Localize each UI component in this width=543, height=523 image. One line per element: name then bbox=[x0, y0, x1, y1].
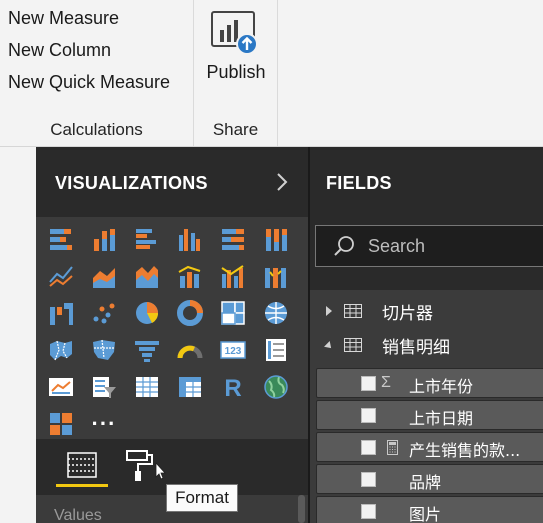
calculator-icon bbox=[387, 440, 398, 455]
table-icon bbox=[344, 304, 362, 318]
field-name: 品牌 bbox=[409, 473, 442, 492]
svg-text:123: 123 bbox=[225, 346, 242, 357]
gauge-icon[interactable] bbox=[174, 334, 206, 366]
search-input[interactable] bbox=[368, 235, 518, 257]
kpi-icon[interactable] bbox=[45, 371, 77, 403]
custom-visual-icon[interactable] bbox=[45, 408, 77, 440]
field-row[interactable]: 产生销售的款... bbox=[316, 432, 543, 462]
100pct-stacked-column-chart-icon[interactable] bbox=[260, 223, 292, 255]
field-row[interactable]: Σ 上市年份 bbox=[316, 368, 543, 398]
collapse-chevron-icon[interactable] bbox=[272, 171, 292, 193]
visualizations-title: VISUALIZATIONS bbox=[55, 173, 208, 193]
scatter-chart-icon[interactable] bbox=[88, 297, 120, 329]
search-icon bbox=[334, 236, 354, 256]
fields-well-icon bbox=[67, 452, 97, 478]
map-icon[interactable] bbox=[260, 297, 292, 329]
format-tab[interactable] bbox=[124, 447, 168, 487]
field-name: 图片 bbox=[409, 505, 442, 523]
field-row[interactable]: 上市日期 bbox=[316, 400, 543, 430]
line-and-clustered-column-icon[interactable] bbox=[217, 260, 249, 292]
share-group-label: Share bbox=[212, 120, 259, 139]
filled-map-icon[interactable] bbox=[45, 334, 77, 366]
table-row-slicer[interactable]: 切片器 bbox=[310, 294, 543, 328]
publish-label: Publish bbox=[206, 62, 266, 82]
new-measure-button[interactable]: New Measure bbox=[8, 8, 119, 29]
new-column-button[interactable]: New Column bbox=[8, 40, 111, 61]
publish-button[interactable]: Publish bbox=[194, 6, 278, 86]
waterfall-chart-icon[interactable] bbox=[45, 297, 77, 329]
field-row[interactable]: 品牌 bbox=[316, 464, 543, 494]
share-group: Publish Share bbox=[194, 0, 278, 146]
pane-scrollbar[interactable] bbox=[298, 495, 305, 523]
ribbon: New Measure New Column New Quick Measure… bbox=[0, 0, 543, 147]
sigma-icon: Σ bbox=[381, 374, 391, 391]
left-canvas-strip bbox=[0, 147, 36, 523]
visualizations-pane: VISUALIZATIONS 123 R ··· Values bbox=[36, 147, 308, 523]
funnel-icon[interactable] bbox=[131, 334, 163, 366]
table-name: 销售明细 bbox=[382, 337, 450, 358]
treemap-icon[interactable] bbox=[217, 297, 249, 329]
ribbon-chart-icon[interactable] bbox=[260, 260, 292, 292]
area-chart-icon[interactable] bbox=[88, 260, 120, 292]
field-name: 上市日期 bbox=[409, 409, 474, 428]
visualizations-header: VISUALIZATIONS bbox=[36, 147, 308, 217]
field-checkbox[interactable] bbox=[361, 504, 376, 519]
donut-chart-icon[interactable] bbox=[174, 297, 206, 329]
stacked-bar-chart-icon[interactable] bbox=[45, 223, 77, 255]
format-tooltip: Format bbox=[166, 484, 238, 512]
multi-row-card-icon[interactable] bbox=[260, 334, 292, 366]
line-and-stacked-column-icon[interactable] bbox=[174, 260, 206, 292]
calculations-group-label: Calculations bbox=[50, 120, 143, 139]
field-checkbox[interactable] bbox=[361, 376, 376, 391]
fields-title: FIELDS bbox=[326, 173, 392, 193]
r-script-visual-icon[interactable]: R bbox=[217, 371, 249, 403]
field-checkbox[interactable] bbox=[361, 408, 376, 423]
slicer-icon[interactable] bbox=[88, 371, 120, 403]
field-checkbox[interactable] bbox=[361, 472, 376, 487]
fields-tab[interactable] bbox=[56, 447, 108, 487]
active-tab-underline bbox=[56, 484, 108, 487]
card-icon[interactable]: 123 bbox=[217, 334, 249, 366]
table-row-sales-detail[interactable]: 销售明细 bbox=[310, 328, 543, 362]
matrix-icon[interactable] bbox=[174, 371, 206, 403]
field-row[interactable]: 图片 bbox=[316, 496, 543, 523]
calculations-group: New Measure New Column New Quick Measure… bbox=[0, 0, 194, 146]
shape-map-icon[interactable] bbox=[88, 334, 120, 366]
visualization-gallery: 123 R ··· bbox=[36, 217, 308, 439]
field-name: 产生销售的款... bbox=[409, 441, 521, 460]
fields-list: 切片器 销售明细 Σ 上市年份 上市日期 产生销售的款... 品牌 图片 bbox=[310, 290, 543, 523]
paint-roller-icon bbox=[126, 450, 166, 481]
search-area bbox=[310, 217, 543, 279]
svg-text:R: R bbox=[224, 375, 241, 401]
table-icon bbox=[344, 338, 362, 352]
field-checkbox[interactable] bbox=[361, 440, 376, 455]
line-chart-icon[interactable] bbox=[45, 260, 77, 292]
more-visuals-icon[interactable]: ··· bbox=[88, 408, 120, 440]
expand-triangle-icon[interactable] bbox=[324, 305, 334, 317]
publish-icon bbox=[211, 11, 258, 55]
fields-pane: FIELDS 切片器 销售明细 Σ 上市年份 上市日期 bbox=[310, 147, 543, 523]
search-box[interactable] bbox=[315, 225, 543, 267]
globe-map-icon[interactable] bbox=[260, 371, 292, 403]
field-name: 上市年份 bbox=[409, 377, 474, 396]
values-label: Values bbox=[54, 507, 102, 523]
collapse-triangle-icon[interactable] bbox=[324, 339, 334, 351]
new-quick-measure-button[interactable]: New Quick Measure bbox=[8, 72, 170, 93]
clustered-column-chart-icon[interactable] bbox=[174, 223, 206, 255]
table-icon[interactable] bbox=[131, 371, 163, 403]
stacked-column-chart-icon[interactable] bbox=[88, 223, 120, 255]
table-name: 切片器 bbox=[382, 303, 433, 324]
stacked-area-chart-icon[interactable] bbox=[131, 260, 163, 292]
pie-chart-icon[interactable] bbox=[131, 297, 163, 329]
100pct-stacked-bar-chart-icon[interactable] bbox=[217, 223, 249, 255]
clustered-bar-chart-icon[interactable] bbox=[131, 223, 163, 255]
